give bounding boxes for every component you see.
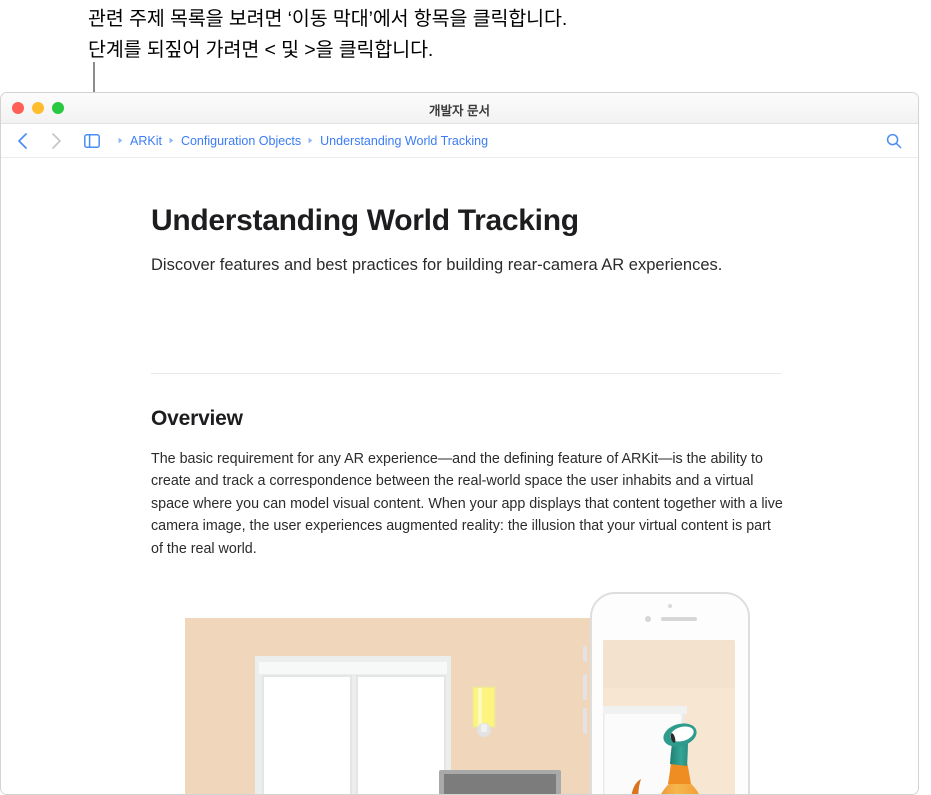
breadcrumb: ARKit Configuration Objects Understandin… <box>111 134 488 148</box>
callout-text: 관련 주제 목록을 보려면 ‘이동 막대’에서 항목을 클릭합니다. 단계를 되… <box>88 4 788 66</box>
sidebar-toggle-icon <box>84 133 100 148</box>
content-divider <box>151 373 781 374</box>
search-button[interactable] <box>882 129 906 153</box>
window-title: 개발자 문서 <box>429 104 490 118</box>
room-window <box>255 656 451 794</box>
page-abstract: Discover features and best practices for… <box>151 256 723 274</box>
character-neck-lower <box>668 762 691 784</box>
screenshot-root: 관련 주제 목록을 보려면 ‘이동 막대’에서 항목을 클릭합니다. 단계를 되… <box>0 0 931 795</box>
chevron-left-icon <box>17 132 27 149</box>
breadcrumb-item-understanding-world-tracking[interactable]: Understanding World Tracking <box>320 134 488 148</box>
callout-line-2: 단계를 되짚어 가려면 < 및 >을 클릭합니다. <box>88 39 434 61</box>
breadcrumb-separator <box>308 137 313 144</box>
triangle-right-icon <box>118 137 123 144</box>
sidebar-toggle-button[interactable] <box>79 128 105 154</box>
iphone-device <box>583 592 750 794</box>
callout-line-1: 관련 주제 목록을 보려면 ‘이동 막대’에서 항목을 클릭합니다. <box>88 8 568 30</box>
earpiece-speaker <box>661 617 697 621</box>
app-window: 개발자 문서 ARKit Configuration Objects Under… <box>0 92 919 795</box>
navigation-toolbar: ARKit Configuration Objects Understandin… <box>1 124 918 158</box>
forward-button[interactable] <box>43 128 69 154</box>
page-title: Understanding World Tracking <box>151 204 579 237</box>
chevron-right-icon <box>51 132 61 149</box>
triangle-right-icon <box>169 137 174 144</box>
triangle-right-icon <box>308 137 313 144</box>
section-title-overview: Overview <box>151 407 243 430</box>
breadcrumb-item-configuration-objects[interactable]: Configuration Objects <box>181 134 301 148</box>
breadcrumb-separator <box>118 137 123 144</box>
illustration-svg <box>185 592 750 794</box>
breadcrumb-separator <box>169 137 174 144</box>
window-titlebar: 개발자 문서 <box>1 93 918 124</box>
proximity-sensor-icon <box>645 616 651 622</box>
front-camera-icon <box>667 603 673 609</box>
ar-camera-view <box>603 640 735 794</box>
back-button[interactable] <box>9 128 35 154</box>
ar-room-scene-illustration <box>151 588 781 794</box>
breadcrumb-item-arkit[interactable]: ARKit <box>130 134 162 148</box>
television <box>439 770 561 794</box>
document-content: Understanding World Tracking Discover fe… <box>1 158 918 794</box>
search-icon <box>886 133 902 149</box>
section-body-overview: The basic requirement for any AR experie… <box>151 451 783 557</box>
